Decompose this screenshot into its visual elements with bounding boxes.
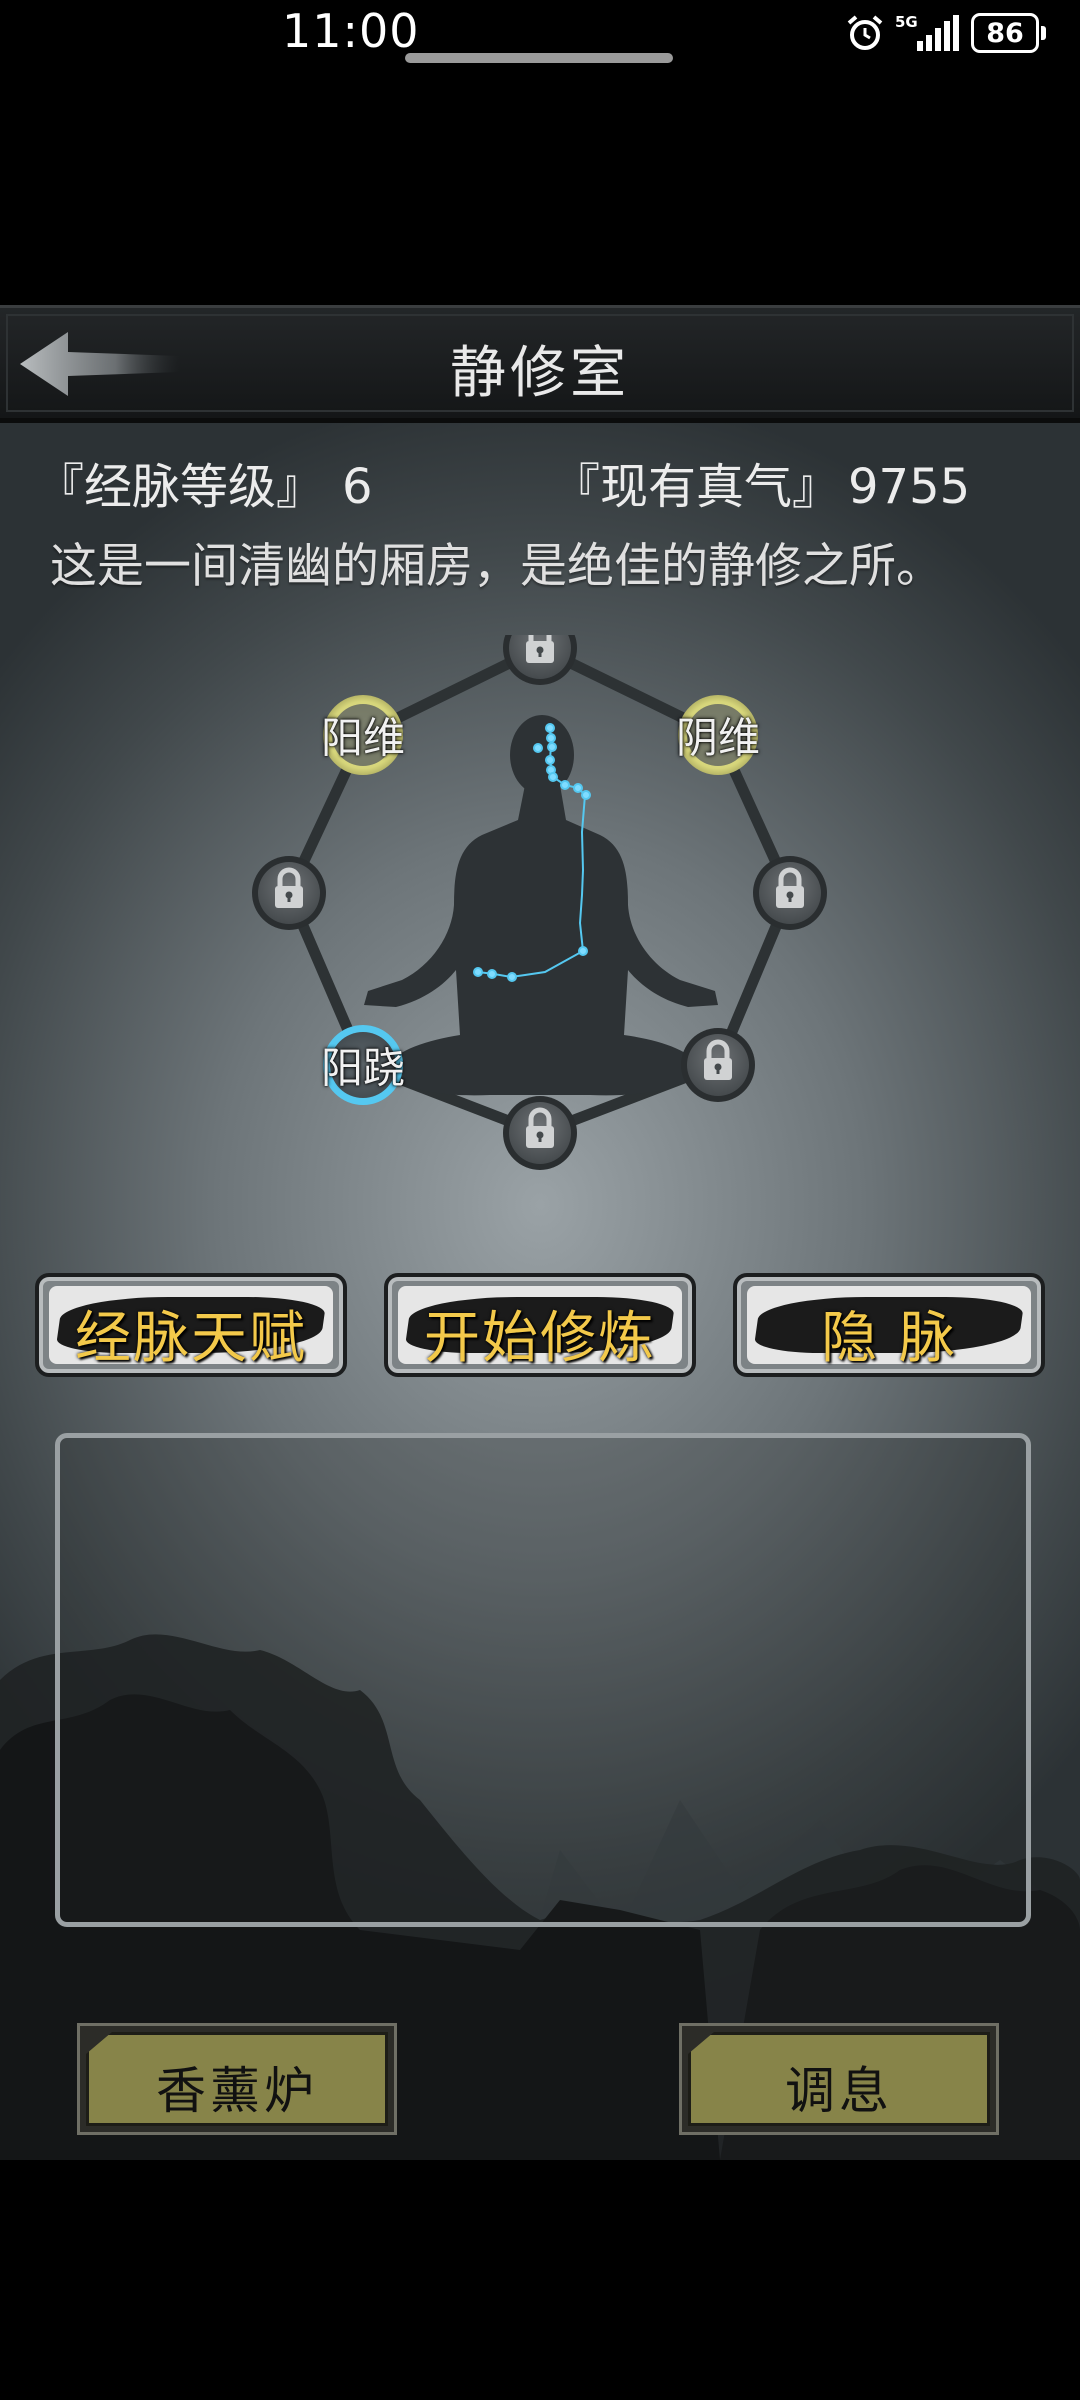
breathing-rest-label: 调息 <box>785 2062 893 2120</box>
hidden-meridian-label: 隐 脉 <box>821 1306 957 1371</box>
title-bar: 静修室 <box>0 305 1080 423</box>
start-cultivation-label: 开始修炼 <box>424 1306 656 1371</box>
start-cultivation-button[interactable]: 开始修炼 <box>384 1273 696 1377</box>
page-title: 静修室 <box>450 341 630 406</box>
message-log-panel <box>55 1433 1031 1927</box>
node-label-yinwei[interactable]: 阴维 <box>676 705 760 766</box>
meditating-figure <box>364 715 718 1096</box>
meridian-level-value: 6 <box>342 459 373 515</box>
node-right-locked <box>753 856 827 930</box>
incense-burner-label: 香薰炉 <box>156 2062 318 2120</box>
battery-indicator: 86 <box>971 13 1046 53</box>
node-bottom-locked <box>503 1096 577 1170</box>
node-lower-right-locked <box>681 1028 755 1102</box>
hidden-meridian-button[interactable]: 隐 脉 <box>733 1273 1045 1377</box>
meridian-diagram <box>252 635 827 1170</box>
current-qi: 『现有真气』 9755 <box>552 447 970 517</box>
meridian-talent-button[interactable]: 经脉天赋 <box>35 1273 347 1377</box>
node-top-locked <box>503 635 577 685</box>
incense-burner-button[interactable]: 香薰炉 <box>77 2023 397 2135</box>
status-icons: 5G 86 <box>845 10 1046 56</box>
breathing-rest-button[interactable]: 调息 <box>679 2023 999 2135</box>
signal-5g-icon: 5G <box>895 13 959 51</box>
room-description: 这是一间清幽的厢房，是绝佳的静修之所。 <box>50 539 943 594</box>
node-label-yangqiao[interactable]: 阳跷 <box>321 1035 405 1096</box>
current-qi-label: 『现有真气』 <box>552 459 841 515</box>
battery-level: 86 <box>971 13 1039 53</box>
game-screen: 静修室 『经脉等级』 6 『现有真气』 9755 这是一间清幽的厢房，是绝佳的静修之… <box>0 305 1080 2160</box>
meridian-level-label: 『经脉等级』 <box>36 459 325 515</box>
current-qi-value: 9755 <box>848 459 971 515</box>
gesture-pill <box>405 53 673 63</box>
battery-tip <box>1041 26 1046 40</box>
status-bar: 11:00 5G 86 <box>0 0 1080 70</box>
status-time: 11:00 <box>282 4 420 58</box>
node-label-yangwei[interactable]: 阳维 <box>321 705 405 766</box>
meridian-level: 『经脉等级』 6 <box>36 447 373 517</box>
meridian-talent-label: 经脉天赋 <box>75 1306 307 1371</box>
node-left-locked <box>252 856 326 930</box>
network-label: 5G <box>895 13 918 31</box>
alarm-icon <box>847 15 883 50</box>
